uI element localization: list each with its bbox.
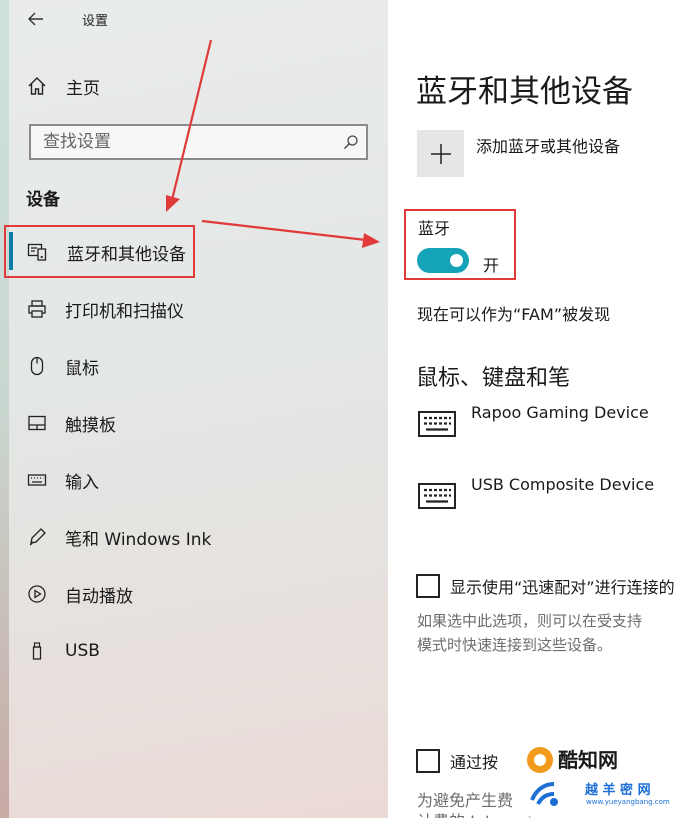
home-icon [26, 75, 48, 97]
toggle-knob [450, 254, 463, 267]
sidebar-item-label: 触摸板 [65, 415, 116, 436]
page-title: 蓝牙和其他设备 [416, 74, 633, 110]
nav-home[interactable]: 主页 [26, 73, 100, 99]
sidebar-item-label: 鼠标 [65, 358, 99, 379]
keyboard-icon [418, 411, 456, 437]
title-bar: 设置 [24, 8, 108, 30]
watermark-site-name: 越 羊 密 网 [585, 783, 651, 798]
watermark-brand: 酷知网 [558, 748, 618, 772]
sidebar-item-pen[interactable]: 笔和 Windows Ink [26, 522, 346, 552]
mouse-icon [26, 355, 48, 377]
sidebar-item-autoplay[interactable]: 自动播放 [26, 579, 346, 609]
search-input[interactable] [31, 126, 336, 158]
swift-pair-checkbox[interactable] [416, 574, 440, 598]
pen-icon [26, 526, 48, 548]
sidebar-item-label: USB [65, 641, 100, 661]
metered-checkbox[interactable] [416, 749, 440, 773]
sidebar-item-label: 自动播放 [65, 586, 133, 607]
usb-icon [26, 640, 48, 662]
touchpad-icon [26, 412, 48, 434]
back-arrow-icon[interactable] [24, 8, 48, 30]
sidebar-item-printers[interactable]: 打印机和扫描仪 [26, 294, 346, 324]
sidebar-item-typing[interactable]: 输入 [26, 465, 346, 495]
add-device-button[interactable] [417, 130, 464, 177]
window-edge [0, 0, 9, 818]
keyboard-icon [418, 483, 456, 509]
section-heading-devices: 设备 [26, 190, 60, 210]
section-heading-input-devices: 鼠标、键盘和笔 [416, 366, 571, 391]
device-item[interactable]: USB Composite Device [418, 475, 654, 509]
bluetooth-toggle[interactable] [417, 248, 469, 273]
device-name: USB Composite Device [471, 475, 655, 494]
add-device-label[interactable]: 添加蓝牙或其他设备 [476, 133, 620, 157]
sidebar-item-touchpad[interactable]: 触摸板 [26, 408, 346, 438]
swift-pair-description: 如果选中此选项，则可以在受支持 模式时快速连接到这些设备。 [417, 609, 682, 657]
device-name: Rapoo Gaming Device [471, 403, 649, 422]
nav-home-label: 主页 [66, 78, 100, 99]
printer-icon [26, 298, 48, 320]
metered-option[interactable]: 通过按 [416, 749, 498, 773]
description-line: 模式时快速连接到这些设备。 [417, 636, 613, 654]
search-settings-box[interactable] [29, 124, 368, 160]
device-item[interactable]: Rapoo Gaming Device [418, 403, 649, 437]
search-icon[interactable] [336, 127, 366, 157]
plus-icon [430, 143, 451, 164]
autoplay-icon [26, 583, 48, 605]
bluetooth-label: 蓝牙 [418, 219, 451, 238]
watermark-url: www.yueyangbang.com [586, 798, 670, 806]
sidebar-item-label: 输入 [65, 472, 99, 493]
sidebar-item-mouse[interactable]: 鼠标 [26, 351, 346, 381]
discoverable-text: 现在可以作为“FAM”被发现 [417, 305, 611, 324]
sidebar-item-label: 打印机和扫描仪 [65, 301, 184, 322]
keyboard-icon [26, 469, 48, 491]
swift-pair-option[interactable]: 显示使用“迅速配对”进行连接的 [416, 574, 675, 598]
sidebar-item-label: 笔和 Windows Ink [65, 529, 212, 550]
description-line: 如果选中此选项，则可以在受支持 [417, 612, 643, 630]
sidebar-item-usb[interactable]: USB [26, 636, 346, 666]
bluetooth-state-label: 开 [483, 256, 500, 275]
metered-label: 通过按 [450, 753, 499, 772]
metered-description-line2: 计费的 Internet [417, 808, 534, 818]
annotation-highlight-nav [4, 225, 195, 278]
swift-pair-label: 显示使用“迅速配对”进行连接的 [450, 578, 675, 597]
window-title: 设置 [82, 13, 109, 29]
